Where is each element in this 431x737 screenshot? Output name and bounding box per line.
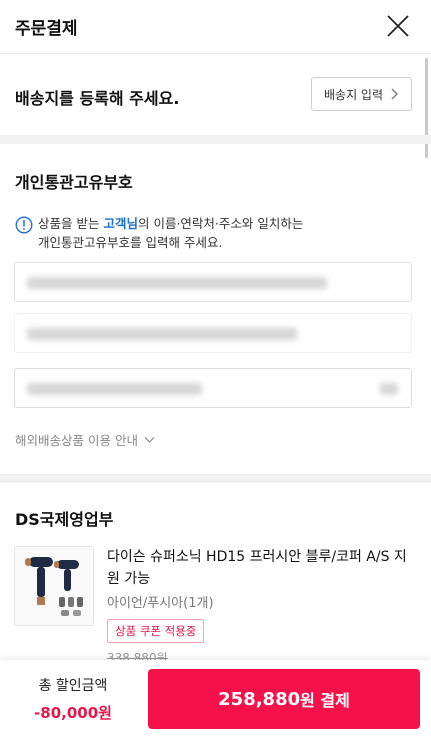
total-discount-value: -80,000원	[34, 704, 112, 722]
overseas-guide-label: 해외배송상품 이용 안내	[15, 433, 138, 448]
chevron-right-icon	[391, 88, 398, 100]
customs-code-notice: 상품을 받는 고객님의 이름·연락처·주소와 일치하는 개인통관고유부호를 입력…	[38, 214, 338, 252]
notice-text-suffix: 의 이름·연락처·주소와 일치하는	[137, 216, 304, 231]
section-divider	[0, 474, 431, 483]
chevron-down-icon	[144, 436, 155, 443]
pay-button[interactable]: 258,880 원 결제	[148, 669, 420, 729]
close-icon	[387, 15, 409, 37]
customs-name-field[interactable]	[14, 262, 412, 302]
overseas-shipping-guide[interactable]: 해외배송상품 이용 안내	[15, 430, 155, 449]
close-button[interactable]	[383, 11, 413, 41]
address-prompt: 배송지를 등록해 주세요.	[15, 89, 180, 108]
info-icon	[15, 216, 33, 234]
product-name[interactable]: 다이슨 슈퍼소닉 HD15 프러시안 블루/코퍼 A/S 지원 가능	[107, 546, 417, 590]
total-discount-label: 총 할인금액	[38, 678, 108, 694]
checkout-bar: 총 할인금액 -80,000원 258,880 원 결제	[0, 660, 431, 737]
notice-highlight: 고객님	[103, 216, 138, 231]
enter-address-button[interactable]: 배송지 입력	[311, 77, 412, 111]
customs-phone-field[interactable]	[14, 313, 412, 353]
page-title: 주문결제	[15, 19, 78, 39]
coupon-applied-badge: 상품 쿠폰 적용중	[107, 619, 205, 643]
notice-text-line2: 개인통관고유부호를 입력해 주세요.	[38, 235, 223, 250]
customs-code-field[interactable]	[14, 368, 412, 408]
customs-code-title: 개인통관고유부호	[15, 173, 133, 192]
seller-section: DS국제영업부 다이슨 슈퍼소닉 HD15 프러시안 블루/코퍼 A/S 지원 …	[0, 484, 431, 665]
product-image	[25, 557, 83, 616]
enter-address-label: 배송지 입력	[323, 87, 383, 102]
notice-text-prefix: 상품을 받는	[38, 216, 104, 231]
address-section: 배송지를 등록해 주세요. 배송지 입력	[0, 55, 431, 135]
pay-label: 원 결제	[300, 691, 350, 710]
seller-name: DS국제영업부	[15, 510, 114, 529]
product-thumbnail[interactable]	[14, 546, 94, 626]
customs-code-section: 개인통관고유부호 상품을 받는 고객님의 이름·연락처·주소와 일치하는 개인통…	[0, 144, 431, 474]
order-header: 주문결제	[0, 0, 431, 54]
section-divider	[0, 135, 431, 144]
product-option: 아이언/푸시아(1개)	[107, 596, 214, 611]
pay-amount: 258,880	[218, 688, 301, 710]
